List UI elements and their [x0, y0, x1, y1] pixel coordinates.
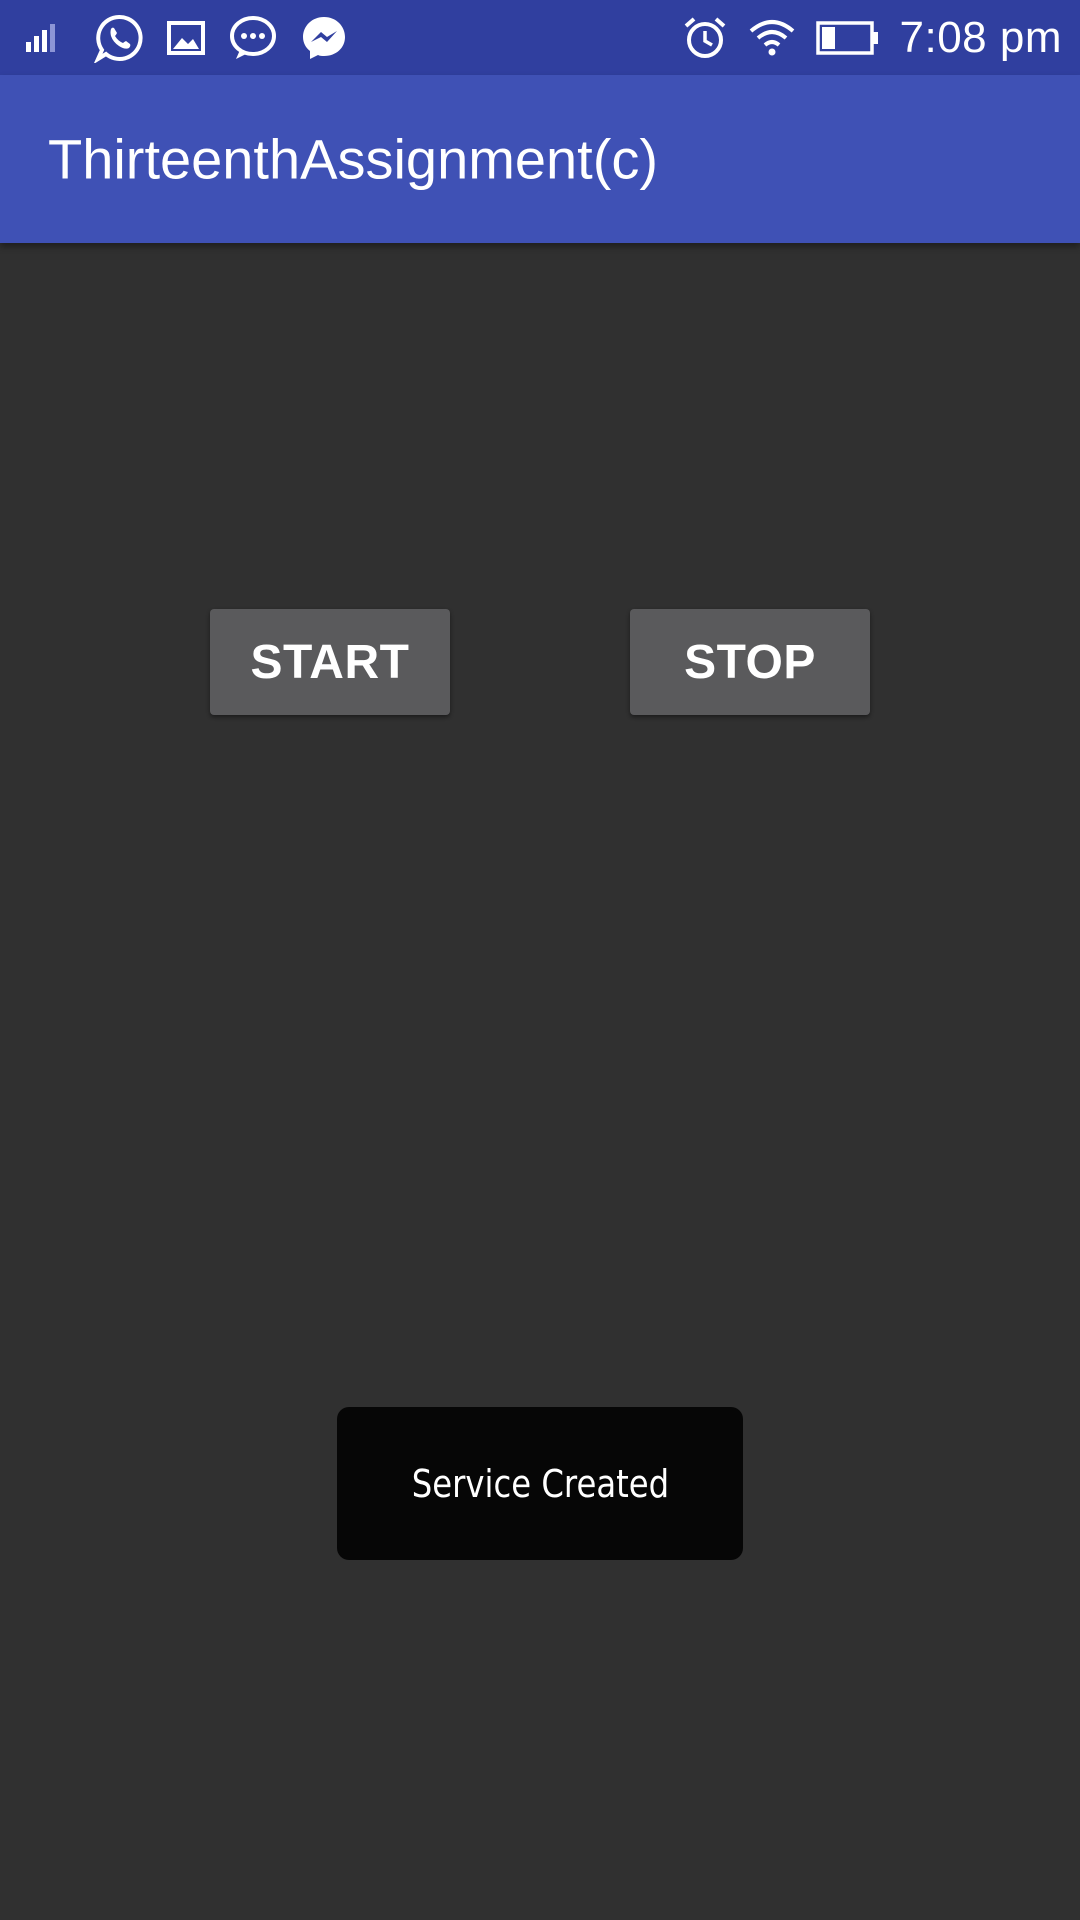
battery-icon: [815, 20, 880, 56]
messages-icon: [228, 14, 278, 62]
stop-button[interactable]: STOP: [630, 609, 870, 715]
gallery-icon: [166, 18, 206, 58]
app-bar: ThirteenthAssignment(c): [0, 75, 1080, 243]
toast-message: Service Created: [411, 1461, 669, 1506]
start-button[interactable]: START: [210, 609, 450, 715]
toast: Service Created: [337, 1407, 743, 1560]
status-bar-right: 7:08 pm: [682, 12, 1062, 64]
messenger-icon: [300, 14, 348, 62]
wifi-icon: [748, 18, 796, 58]
whatsapp-icon: [94, 13, 144, 63]
page-title: ThirteenthAssignment(c): [48, 127, 659, 191]
status-bar-left: [24, 13, 348, 63]
status-bar: 7:08 pm: [0, 0, 1080, 75]
status-bar-clock: 7:08 pm: [899, 13, 1062, 62]
alarm-icon: [682, 15, 728, 61]
signal-icon: [24, 18, 72, 58]
